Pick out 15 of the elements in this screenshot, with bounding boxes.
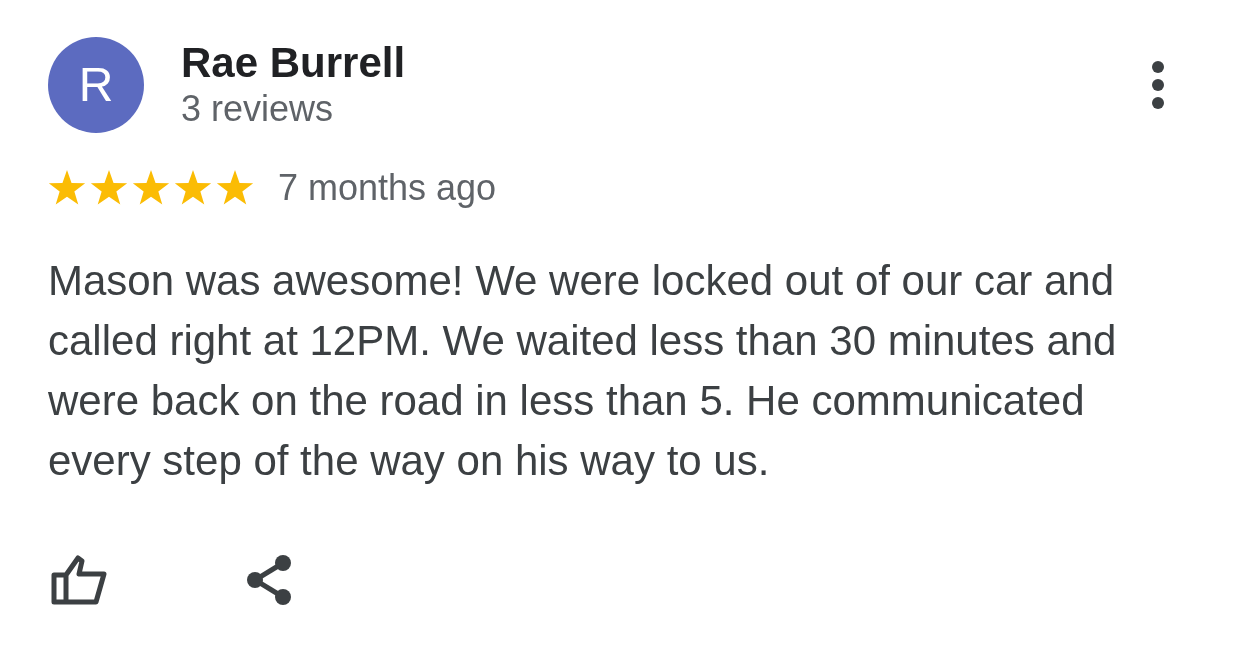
review-time: 7 months ago xyxy=(278,167,497,209)
more-vertical-icon xyxy=(1152,61,1164,109)
share-icon xyxy=(246,555,292,605)
review-text: Mason was awesome! We were locked out of our car and called right at 12PM. We waited less than 30 minutes and were back on the road in less than 5. He communicated every step of the way on his way to us. xyxy=(48,256,1118,486)
thumbs-up-icon xyxy=(51,555,107,605)
star-icon xyxy=(216,170,254,206)
like-button[interactable] xyxy=(50,553,108,607)
author-name[interactable]: Rae Burrell xyxy=(181,40,406,86)
star-icon xyxy=(48,170,86,206)
review-count: 3 reviews xyxy=(181,89,335,129)
star-icon xyxy=(90,170,128,206)
share-button[interactable] xyxy=(244,553,294,607)
star-icon xyxy=(174,170,212,206)
avatar: R xyxy=(48,37,144,133)
star-icon xyxy=(132,170,170,206)
